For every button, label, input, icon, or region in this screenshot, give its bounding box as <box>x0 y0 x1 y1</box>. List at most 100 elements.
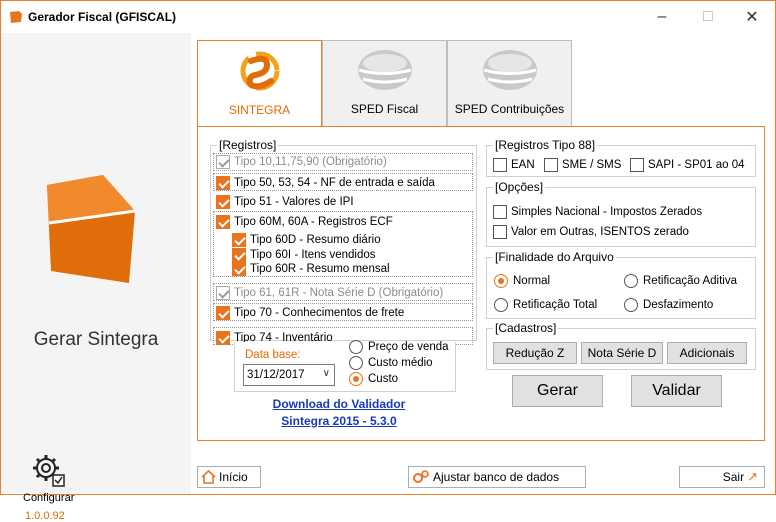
checkbox[interactable] <box>216 175 230 190</box>
gerar-button[interactable]: Gerar <box>512 375 603 407</box>
chk-label: Tipo 60R - Resumo mensal <box>250 262 390 275</box>
chk-tipo60r[interactable]: Tipo 60R - Resumo mensal <box>232 260 390 277</box>
chk-label: SME / SMS <box>562 158 622 171</box>
tab-label: SINTEGRA <box>228 103 291 117</box>
opcoes-legend: [Opções] <box>493 180 546 194</box>
radio-label: Preço de venda <box>368 341 449 353</box>
checkbox[interactable] <box>216 214 230 229</box>
checkbox[interactable] <box>493 157 507 172</box>
reducao-z-button[interactable]: Redução Z <box>493 342 577 364</box>
title-bar: Gerador Fiscal (GFISCAL) – □ ✕ <box>1 1 775 33</box>
ajustar-label: Ajustar banco de dados <box>433 470 560 484</box>
minimize-icon: – <box>657 8 667 25</box>
radio-circle[interactable] <box>624 274 638 288</box>
checkbox[interactable] <box>544 157 558 172</box>
tab-sintegra[interactable]: SINTEGRA <box>197 40 322 127</box>
checkbox[interactable] <box>216 330 230 345</box>
sped-globe-icon <box>482 50 537 90</box>
ajustar-banco-button[interactable]: Ajustar banco de dados <box>408 466 586 488</box>
checkbox[interactable] <box>232 261 246 276</box>
download-validador-link[interactable]: Download do Validador <box>233 397 445 411</box>
close-icon: ✕ <box>745 9 759 26</box>
radio-label: Retificação Total <box>513 299 598 311</box>
maximize-icon: □ <box>703 8 713 25</box>
nota-serie-d-button[interactable]: Nota Série D <box>581 342 663 364</box>
finalidade-legend: [Finalidade do Arquivo <box>493 250 616 264</box>
tab-sped-contribuicoes[interactable]: SPED Contribuições <box>447 40 572 127</box>
configurar-label[interactable]: Configurar <box>23 492 74 504</box>
close-button[interactable]: ✕ <box>729 1 775 33</box>
inicio-label: Início <box>219 470 248 484</box>
validar-button[interactable]: Validar <box>631 375 722 407</box>
version-label: 1.0.0.92 <box>25 510 65 522</box>
chk-label: Tipo 70 - Conhecimentos de frete <box>234 306 405 319</box>
radio-normal[interactable]: Normal <box>494 273 550 289</box>
chk-tipo51[interactable]: Tipo 51 - Valores de IPI <box>216 193 354 210</box>
radio-circle[interactable] <box>494 274 508 288</box>
radio-retificacao-total[interactable]: Retificação Total <box>494 297 597 313</box>
checkbox <box>216 285 230 300</box>
radio-circle[interactable] <box>349 340 363 354</box>
chk-sapi[interactable]: SAPI - SP01 ao 04 <box>630 156 745 173</box>
radio-desfazimento[interactable]: Desfazimento <box>624 297 713 313</box>
chk-tipo61: Tipo 61, 61R - Nota Série D (Obrigatório… <box>216 284 443 301</box>
gear-icon[interactable] <box>31 453 67 489</box>
radio-circle[interactable] <box>494 298 508 312</box>
radio-retificacao-aditiva[interactable]: Retificação Aditiva <box>624 273 737 289</box>
chk-label: SAPI - SP01 ao 04 <box>648 158 745 171</box>
checkbox[interactable] <box>216 194 230 209</box>
registros-legend: [Registros] <box>217 138 279 152</box>
chk-tipo10: Tipo 10,11,75,90 (Obrigatório) <box>216 153 387 170</box>
tab-label: SPED Contribuições <box>454 102 565 116</box>
tipo88-legend: [Registros Tipo 88] <box>493 138 598 152</box>
chk-valor-outras[interactable]: Valor em Outras, ISENTOS zerado <box>493 223 689 240</box>
chk-sme-sms[interactable]: SME / SMS <box>544 156 621 173</box>
radio-preco-venda[interactable]: Preço de venda <box>349 339 449 355</box>
home-icon <box>201 470 216 484</box>
checkbox[interactable] <box>493 204 507 219</box>
radio-label: Retificação Aditiva <box>643 275 737 287</box>
exit-icon: ↗ <box>747 469 758 484</box>
radio-label: Custo <box>368 373 399 385</box>
chk-label: Tipo 10,11,75,90 (Obrigatório) <box>234 155 387 168</box>
window-title: Gerador Fiscal (GFISCAL) <box>28 10 177 24</box>
radio-circle[interactable] <box>349 356 363 370</box>
chk-label: Tipo 50, 53, 54 - NF de entrada e saída <box>234 176 435 189</box>
checkbox[interactable] <box>493 224 507 239</box>
checkbox[interactable] <box>630 157 644 172</box>
chk-label: Tipo 51 - Valores de IPI <box>234 195 354 208</box>
checkbox <box>216 154 230 169</box>
radio-label: Custo médio <box>368 357 433 369</box>
date-base-picker[interactable]: 31/12/2017 ∨ <box>243 364 335 386</box>
minimize-button[interactable]: – <box>639 1 685 33</box>
chk-label: Tipo 60I - Itens vendidos <box>250 248 376 261</box>
sair-label: Sair <box>722 470 745 484</box>
radio-custo[interactable]: Custo <box>349 371 398 387</box>
chk-label: Tipo 60M, 60A - Registros ECF <box>234 215 393 228</box>
chk-label: EAN <box>511 158 535 171</box>
chk-tipo60m[interactable]: Tipo 60M, 60A - Registros ECF <box>216 213 393 230</box>
chk-ean[interactable]: EAN <box>493 156 535 173</box>
cadastros-legend: [Cadastros] <box>493 321 559 335</box>
radio-circle[interactable] <box>624 298 638 312</box>
chk-simples-nacional[interactable]: Simples Nacional - Impostos Zerados <box>493 203 702 220</box>
checkbox[interactable] <box>232 232 246 247</box>
adicionais-button[interactable]: Adicionais <box>667 342 747 364</box>
chk-tipo50[interactable]: Tipo 50, 53, 54 - NF de entrada e saída <box>216 174 435 191</box>
chevron-down-icon: ∨ <box>322 368 330 379</box>
main-window: Gerador Fiscal (GFISCAL) – □ ✕ Gerar Sin… <box>0 0 776 522</box>
chk-tipo70[interactable]: Tipo 70 - Conhecimentos de frete <box>216 304 404 321</box>
checkbox[interactable] <box>216 305 230 320</box>
inicio-button[interactable]: Início <box>197 466 261 488</box>
sair-button[interactable]: Sair ↗ <box>679 466 765 488</box>
chk-label: Tipo 60D - Resumo diário <box>250 233 381 246</box>
maximize-button[interactable]: □ <box>685 1 731 33</box>
download-validador-version-link[interactable]: Sintegra 2015 - 5.3.0 <box>233 414 445 428</box>
radio-label: Normal <box>513 275 551 287</box>
radio-circle[interactable] <box>349 372 363 386</box>
gears-icon <box>412 469 430 485</box>
radio-custo-medio[interactable]: Custo médio <box>349 355 433 371</box>
date-base-label: Data base: <box>245 349 301 361</box>
tab-sped-fiscal[interactable]: SPED Fiscal <box>322 40 447 127</box>
date-value: 31/12/2017 <box>247 369 305 381</box>
